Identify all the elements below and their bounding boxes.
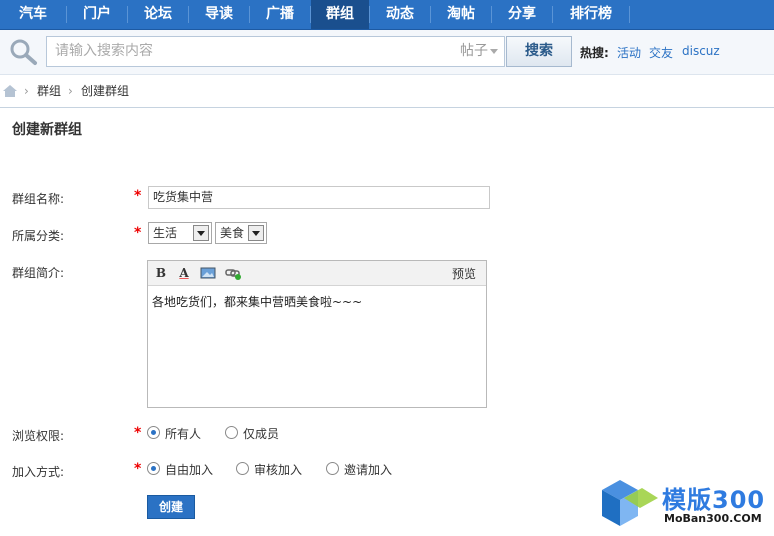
- required-marker: *: [134, 425, 142, 441]
- chevron-down-icon: [193, 225, 209, 241]
- preview-button[interactable]: 预览: [452, 265, 476, 282]
- nav-item-paihangbang[interactable]: 排行榜: [553, 0, 629, 29]
- nav-item-luntan[interactable]: 论坛: [128, 0, 188, 29]
- home-icon[interactable]: [3, 85, 17, 97]
- watermark-subtitle: MoBan300.COM: [664, 512, 762, 525]
- radio-join-invite-label[interactable]: 邀请加入: [344, 461, 392, 478]
- bold-icon[interactable]: B: [153, 265, 169, 281]
- radio-browse-all-label[interactable]: 所有人: [165, 425, 201, 442]
- category-secondary-select[interactable]: 美食: [215, 222, 267, 244]
- breadcrumb: › 群组 › 创建群组: [0, 75, 774, 108]
- breadcrumb-qunzu[interactable]: 群组: [37, 75, 61, 107]
- nav-item-qunzu[interactable]: 群组: [311, 0, 369, 29]
- radio-browse-all[interactable]: [147, 426, 160, 439]
- editor-toolbar: B A 预览: [148, 261, 486, 286]
- category-primary-select[interactable]: 生活: [148, 222, 212, 244]
- nav-divider: [629, 6, 630, 23]
- join-method-label: 加入方式:: [12, 465, 65, 479]
- watermark-title: 模版300: [662, 486, 766, 514]
- search-input[interactable]: 请输入搜索内容: [46, 36, 462, 67]
- radio-join-free[interactable]: [147, 462, 160, 475]
- search-type-select[interactable]: 帖子: [454, 36, 505, 67]
- chevron-right-icon: ›: [68, 84, 73, 98]
- nav-item-dongtai[interactable]: 动态: [370, 0, 430, 29]
- intro-editor[interactable]: B A 预览 各地吃货们，都来集中营晒美食啦~~~: [147, 260, 487, 408]
- font-color-icon[interactable]: A: [176, 265, 192, 281]
- chevron-right-icon: ›: [24, 84, 29, 98]
- image-icon[interactable]: [200, 265, 216, 281]
- nav-item-taotie[interactable]: 淘帖: [431, 0, 491, 29]
- category-primary-value: 生活: [153, 226, 178, 240]
- group-name-label: 群组名称:: [12, 192, 65, 206]
- search-type-label: 帖子: [460, 43, 488, 59]
- radio-browse-members-label[interactable]: 仅成员: [243, 425, 279, 442]
- hot-link-huodong[interactable]: 活动: [617, 44, 641, 61]
- nav-item-qiche[interactable]: 汽车: [0, 0, 66, 29]
- search-bar: 请输入搜索内容 帖子 搜索 热搜: 活动 交友 discuz: [0, 30, 774, 75]
- nav-item-daodu[interactable]: 导读: [189, 0, 249, 29]
- radio-join-review[interactable]: [236, 462, 249, 475]
- hot-link-jiaoyou[interactable]: 交友: [649, 44, 673, 61]
- create-button[interactable]: 创建: [147, 495, 195, 519]
- radio-browse-members[interactable]: [225, 426, 238, 439]
- group-name-input[interactable]: 吃货集中营: [148, 186, 490, 209]
- required-marker: *: [134, 225, 142, 241]
- search-icon: [10, 39, 37, 65]
- browse-permission-label: 浏览权限:: [12, 429, 65, 443]
- nav-item-fenxiang[interactable]: 分享: [492, 0, 552, 29]
- radio-join-review-label[interactable]: 审核加入: [254, 461, 302, 478]
- required-marker: *: [134, 188, 142, 204]
- link-icon[interactable]: [225, 265, 241, 281]
- radio-join-invite[interactable]: [326, 462, 339, 475]
- intro-label: 群组简介:: [12, 266, 65, 280]
- top-nav: 汽车 门户 论坛 导读 广播 群组 动态 淘帖 分享 排行榜: [0, 0, 774, 30]
- hot-search-label: 热搜:: [580, 46, 609, 60]
- chevron-down-icon: [490, 49, 498, 54]
- nav-item-menhu[interactable]: 门户: [67, 0, 127, 29]
- breadcrumb-create-group: 创建群组: [81, 84, 130, 98]
- chevron-down-icon: [248, 225, 264, 241]
- radio-join-free-label[interactable]: 自由加入: [165, 461, 213, 478]
- intro-text[interactable]: 各地吃货们，都来集中营晒美食啦~~~: [152, 293, 362, 310]
- category-label: 所属分类:: [12, 229, 65, 243]
- required-marker: *: [134, 461, 142, 477]
- category-secondary-value: 美食: [220, 226, 245, 240]
- hot-link-discuz[interactable]: discuz: [682, 44, 720, 58]
- nav-item-guangbo[interactable]: 广播: [250, 0, 310, 29]
- search-button[interactable]: 搜索: [506, 36, 572, 67]
- page-title: 创建新群组: [12, 122, 82, 138]
